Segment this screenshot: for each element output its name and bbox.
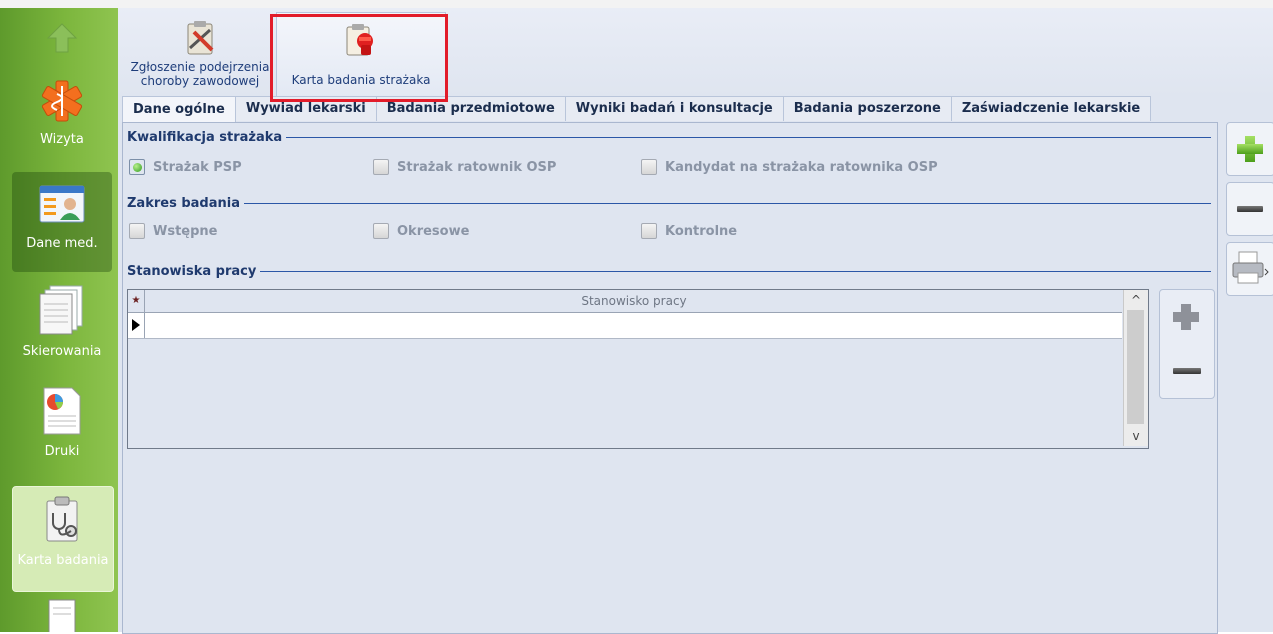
medical-star-icon: [41, 80, 83, 122]
option-label: Kontrolne: [665, 223, 738, 239]
sidebar-item-home[interactable]: [12, 18, 112, 68]
sidebar-item-document[interactable]: [12, 598, 112, 632]
radio-selected-icon: [129, 159, 145, 175]
checkbox-icon: [129, 223, 145, 239]
add-button[interactable]: [1226, 122, 1273, 176]
radio-strazak-psp[interactable]: Strażak PSP: [129, 157, 242, 177]
home-arrow-icon: [46, 23, 78, 53]
minus-icon: [1173, 368, 1201, 374]
column-header-stanowisko[interactable]: Stanowisko pracy: [146, 290, 1122, 312]
button-label: Zgłoszenie podejrzenia: [130, 60, 270, 74]
section-kwalifikacja: Kwalifikacja strażaka: [127, 129, 1211, 145]
report-chart-icon: [43, 387, 81, 435]
section-title: Kwalifikacja strażaka: [127, 129, 283, 145]
button-label: choroby zawodowej: [140, 74, 260, 88]
section-title: Zakres badania: [127, 195, 240, 211]
plus-icon-bar: [1173, 312, 1199, 322]
grid-star-cell: ★: [128, 290, 145, 312]
checkbox-icon: [641, 223, 657, 239]
documents-icon: [39, 285, 83, 335]
top-strip: [0, 0, 1273, 8]
checkbox-okresowe[interactable]: Okresowe: [373, 221, 469, 241]
sidebar-item-karta-badania[interactable]: Karta badania: [12, 486, 114, 592]
option-label: Strażak ratownik OSP: [397, 159, 557, 175]
scroll-up-icon[interactable]: ^: [1124, 290, 1148, 310]
zgloszenie-choroby-button[interactable]: Zgłoszenie podejrzenia choroby zawodowej: [126, 12, 274, 96]
tab-panel: Kwalifikacja strażaka Strażak PSP Straża…: [122, 122, 1218, 634]
tab-badania-poszerzone[interactable]: Badania poszerzone: [782, 96, 952, 121]
tab-dane-ogolne[interactable]: Dane ogólne: [122, 96, 236, 123]
scroll-down-icon[interactable]: v: [1124, 426, 1148, 446]
sidebar: Wizyta Dane med. Skierowania Druki Karta…: [0, 8, 118, 632]
sidebar-item-label: Karta badania: [17, 553, 109, 568]
section-zakres: Zakres badania: [127, 195, 1211, 211]
sidebar-item-label: Wizyta: [40, 132, 84, 147]
radio-kandydat-osp[interactable]: Kandydat na strażaka ratownika OSP: [641, 157, 938, 177]
tab-wyniki-badan[interactable]: Wyniki badań i konsultacje: [564, 96, 784, 121]
right-toolbar: [1226, 122, 1273, 302]
printer-icon: [1232, 251, 1269, 284]
checkbox-wstepne[interactable]: Wstępne: [129, 221, 218, 241]
sidebar-item-druki[interactable]: Druki: [12, 386, 112, 476]
clipboard-tools-icon: [187, 21, 214, 55]
checkbox-icon: [373, 159, 389, 175]
sidebar-item-label: Druki: [44, 444, 80, 459]
sidebar-item-dane-med[interactable]: Dane med.: [12, 172, 112, 272]
table-row[interactable]: [128, 313, 1122, 339]
checkbox-icon: [641, 159, 657, 175]
tab-zaswiadczenie-lekarskie[interactable]: Zaświadczenie lekarskie: [950, 96, 1152, 121]
option-label: Okresowe: [397, 223, 470, 239]
radio-strazak-ratownik-osp[interactable]: Strażak ratownik OSP: [373, 157, 556, 177]
document-icon: [48, 599, 76, 632]
scroll-thumb[interactable]: [1127, 310, 1144, 424]
checkbox-icon: [373, 223, 389, 239]
grid-scrollbar[interactable]: ^ v: [1123, 290, 1148, 446]
sidebar-item-wizyta[interactable]: Wizyta: [12, 78, 112, 166]
add-row-button[interactable]: [1160, 290, 1214, 344]
grid-action-buttons: [1159, 289, 1215, 399]
stanowiska-grid[interactable]: ★ Stanowisko pracy ^ v: [127, 289, 1149, 449]
option-label: Kandydat na strażaka ratownika OSP: [665, 159, 938, 175]
sidebar-item-skierowania[interactable]: Skierowania: [12, 284, 112, 374]
checkbox-kontrolne[interactable]: Kontrolne: [641, 221, 737, 241]
remove-row-button[interactable]: [1160, 344, 1214, 398]
green-plus-icon-bar: [1237, 144, 1263, 154]
remove-button[interactable]: [1226, 182, 1273, 236]
row-indicator-icon: [128, 313, 145, 338]
option-label: Wstępne: [153, 223, 218, 239]
medical-card-icon: [39, 185, 85, 223]
sidebar-item-label: Skierowania: [22, 344, 102, 359]
grid-header: ★ Stanowisko pracy: [128, 290, 1122, 313]
option-label: Strażak PSP: [153, 159, 242, 175]
print-button[interactable]: [1226, 242, 1273, 296]
minus-icon: [1237, 206, 1263, 212]
section-stanowiska: Stanowiska pracy: [127, 263, 1211, 279]
section-title: Stanowiska pracy: [127, 263, 257, 279]
clipboard-stethoscope-icon: [46, 496, 78, 542]
highlight-frame: [270, 14, 448, 102]
sidebar-item-label: Dane med.: [26, 236, 98, 251]
